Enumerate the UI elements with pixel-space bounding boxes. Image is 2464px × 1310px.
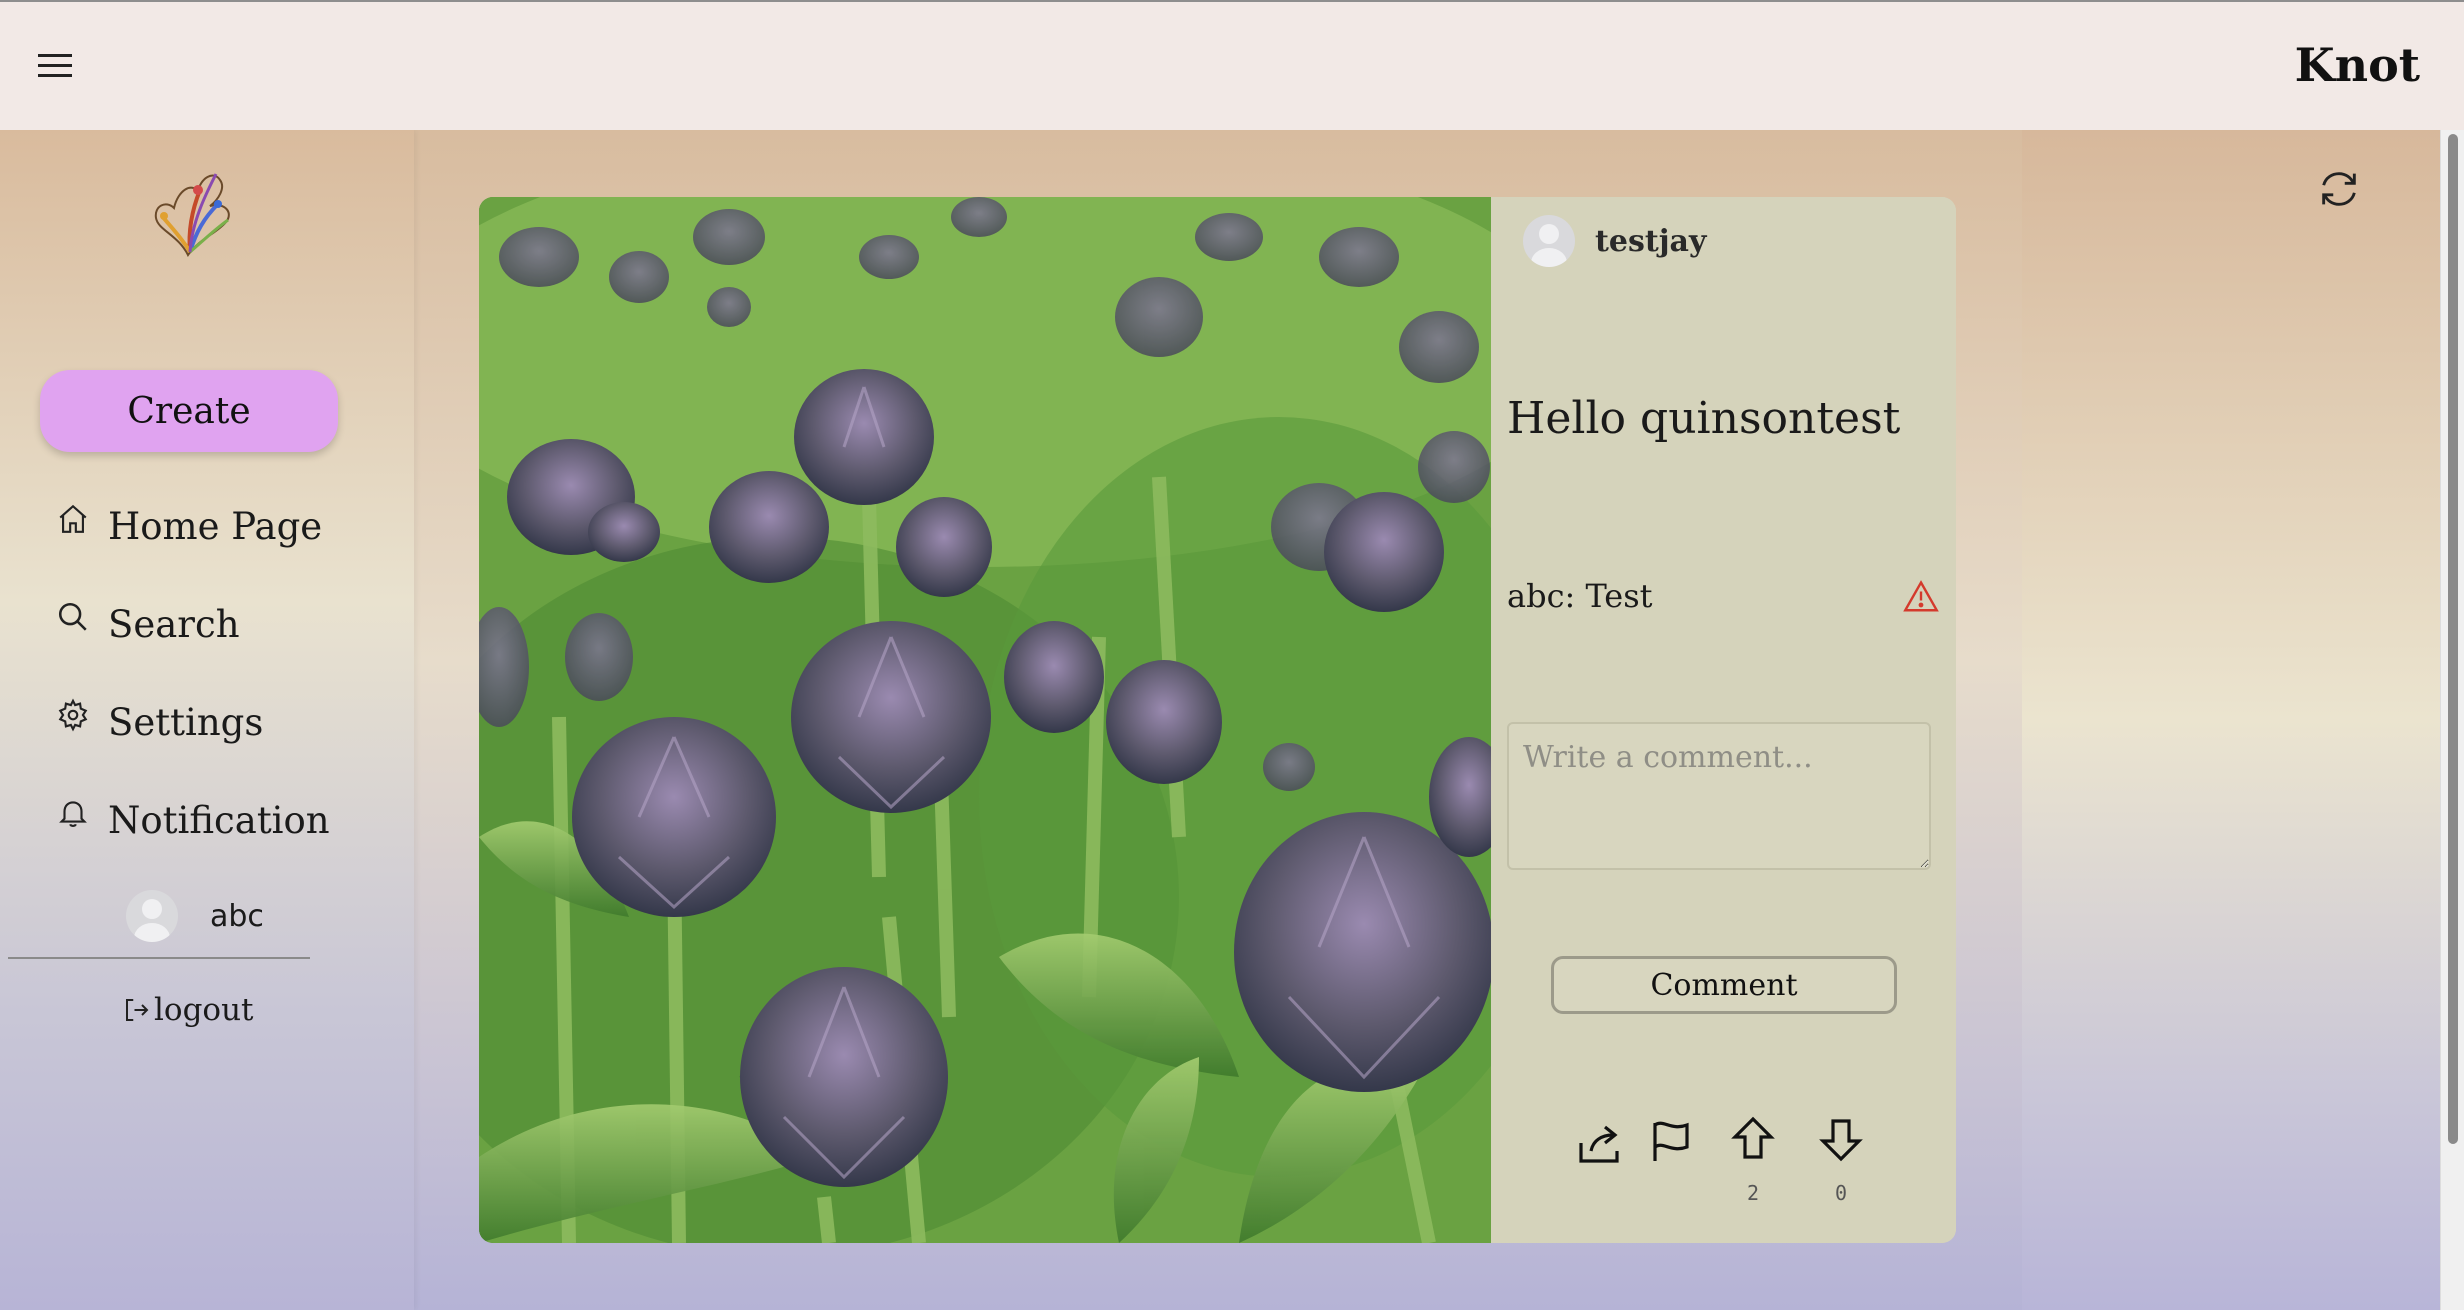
- right-area: [2022, 130, 2440, 1310]
- sidebar-item-settings[interactable]: Settings: [56, 692, 263, 752]
- hamburger-menu-icon[interactable]: [38, 52, 72, 80]
- report-button[interactable]: [1647, 1117, 1695, 1165]
- divider: [8, 957, 310, 959]
- post-title: Hello quinsontest: [1507, 393, 1901, 444]
- arrow-up-icon: [1731, 1116, 1775, 1159]
- refresh-icon[interactable]: [2316, 166, 2362, 212]
- logout-label: logout: [154, 992, 254, 1028]
- home-icon: [59, 504, 87, 533]
- flag-icon: [1653, 1121, 1689, 1161]
- comment-input[interactable]: [1507, 722, 1931, 870]
- bell-icon: [59, 801, 87, 827]
- author-name: testjay: [1595, 223, 1707, 259]
- logout-button[interactable]: logout: [122, 992, 254, 1028]
- comment-button[interactable]: Comment: [1551, 956, 1897, 1014]
- avatar: [1523, 215, 1575, 267]
- comment-text: abc: Test: [1507, 577, 1653, 615]
- warning-icon[interactable]: [1903, 579, 1939, 613]
- sidebar-item-label: Notification: [108, 798, 330, 842]
- gear-icon: [58, 698, 88, 732]
- create-button[interactable]: Create: [40, 370, 338, 452]
- search-icon: [58, 602, 87, 631]
- scrollbar[interactable]: [2440, 130, 2464, 1310]
- sidebar-item-label: Settings: [108, 700, 264, 744]
- logout-icon: [126, 999, 149, 1021]
- comment-item: abc: Test: [1507, 577, 1939, 615]
- post-card: testjay Hello quinsontest abc: Test Comm…: [479, 197, 1956, 1243]
- top-bar: Knot: [0, 0, 2464, 130]
- app-logo-icon: [154, 173, 230, 257]
- upvote-button[interactable]: [1729, 1115, 1777, 1163]
- post-image[interactable]: [479, 197, 1491, 1243]
- sidebar-item-notification[interactable]: Notification: [56, 790, 330, 850]
- arrow-down-icon: [1819, 1119, 1863, 1162]
- sidebar-item-home[interactable]: Home Page: [56, 496, 322, 556]
- scrollbar-thumb[interactable]: [2448, 134, 2458, 1144]
- app-brand: Knot: [2294, 38, 2420, 92]
- sidebar-item-label: Home Page: [108, 504, 323, 548]
- sidebar-item-search[interactable]: Search: [56, 594, 240, 654]
- share-button[interactable]: [1575, 1119, 1623, 1167]
- downvote-count: 0: [1834, 1181, 1848, 1205]
- share-icon: [1579, 1125, 1619, 1163]
- sidebar-username: abc: [210, 898, 264, 934]
- post-author[interactable]: testjay: [1523, 215, 1706, 267]
- post-detail-panel: testjay Hello quinsontest abc: Test Comm…: [1491, 197, 1956, 1243]
- avatar: [126, 890, 178, 942]
- downvote-button[interactable]: [1817, 1115, 1865, 1163]
- sidebar-user[interactable]: abc: [126, 890, 264, 942]
- sidebar-item-label: Search: [108, 602, 240, 646]
- upvote-count: 2: [1746, 1181, 1760, 1205]
- artichoke-photo: [479, 197, 1491, 1243]
